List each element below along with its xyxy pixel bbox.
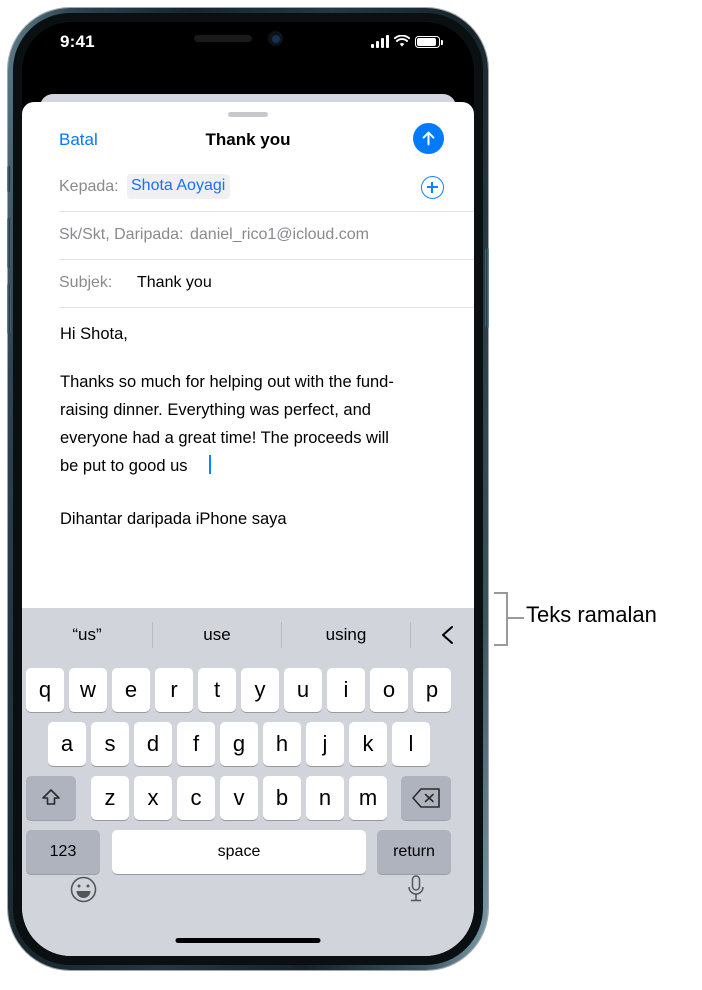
to-field-label: Kepada: xyxy=(59,178,119,195)
body-line-2: raising dinner. Everything was perfect, … xyxy=(60,401,371,419)
key-p[interactable]: p xyxy=(413,668,451,712)
add-recipient-plus-icon[interactable] xyxy=(421,176,444,199)
key-d[interactable]: d xyxy=(134,722,172,766)
subject-field-value: Thank you xyxy=(137,274,212,291)
keyboard-row-4: 123 space return xyxy=(22,830,474,876)
key-l[interactable]: l xyxy=(392,722,430,766)
body-line-3: everyone had a great time! The proceeds … xyxy=(60,429,389,447)
home-indicator[interactable] xyxy=(175,938,321,943)
key-o[interactable]: o xyxy=(370,668,408,712)
volume-down-button[interactable] xyxy=(7,284,11,334)
from-address-value: daniel_rico1@icloud.com xyxy=(190,226,369,243)
key-j[interactable]: j xyxy=(306,722,344,766)
key-n[interactable]: n xyxy=(306,776,344,820)
earpiece-speaker xyxy=(194,35,252,42)
keyboard-row-2: a s d f g h j k l xyxy=(22,722,474,768)
key-u[interactable]: u xyxy=(284,668,322,712)
status-bar-indicators xyxy=(371,34,443,48)
status-bar-clock: 9:41 xyxy=(60,32,95,51)
wifi-icon xyxy=(393,34,411,48)
key-t[interactable]: t xyxy=(198,668,236,712)
onscreen-keyboard: “us” use using q w e r t y u i o p a s d… xyxy=(22,608,474,956)
callout-bracket xyxy=(494,592,508,646)
sheet-grabber[interactable] xyxy=(228,112,268,117)
key-z[interactable]: z xyxy=(91,776,129,820)
chevron-left-icon[interactable] xyxy=(422,608,474,662)
key-x[interactable]: x xyxy=(134,776,172,820)
key-b[interactable]: b xyxy=(263,776,301,820)
compose-navigation-bar: Batal Thank you xyxy=(22,120,474,164)
key-y[interactable]: y xyxy=(241,668,279,712)
send-arrow-up-icon xyxy=(422,131,435,146)
key-f[interactable]: f xyxy=(177,722,215,766)
key-k[interactable]: k xyxy=(349,722,387,766)
keyboard-row-1: q w e r t y u i o p xyxy=(22,668,474,714)
send-button[interactable] xyxy=(413,123,444,154)
key-h[interactable]: h xyxy=(263,722,301,766)
body-line-4: be put to good us xyxy=(60,457,188,475)
return-key[interactable]: return xyxy=(377,830,451,874)
subject-field-label: Subjek: xyxy=(59,274,113,291)
key-m[interactable]: m xyxy=(349,776,387,820)
key-g[interactable]: g xyxy=(220,722,258,766)
delete-key[interactable] xyxy=(401,776,451,820)
body-line-signature: Dihantar daripada iPhone saya xyxy=(60,510,287,528)
mute-switch[interactable] xyxy=(7,166,11,192)
cc-bcc-from-label: Sk/Skt, Daripada: xyxy=(59,226,184,243)
key-s[interactable]: s xyxy=(91,722,129,766)
key-e[interactable]: e xyxy=(112,668,150,712)
keyboard-row-3: z x c v b n m xyxy=(22,776,474,822)
key-q[interactable]: q xyxy=(26,668,64,712)
device-bezel: 9:41 Batal Thank you Kepada: Shota Aoyag… xyxy=(13,13,483,965)
status-bar: 9:41 xyxy=(22,22,474,66)
prediction-candidate-3[interactable]: using xyxy=(282,608,410,662)
cc-bcc-from-field-row[interactable]: Sk/Skt, Daripada: daniel_rico1@icloud.co… xyxy=(22,212,474,260)
recipient-token-shota-aoyagi[interactable]: Shota Aoyagi xyxy=(127,174,231,199)
message-body-editor[interactable]: Hi Shota, Thanks so much for helping out… xyxy=(22,308,474,614)
callout-leader-line xyxy=(508,617,524,619)
front-camera xyxy=(268,31,283,46)
body-line-greeting: Hi Shota, xyxy=(60,325,128,343)
key-w[interactable]: w xyxy=(69,668,107,712)
backspace-delete-icon xyxy=(412,788,440,808)
power-button[interactable] xyxy=(485,248,489,328)
shift-arrow-up-icon xyxy=(42,789,60,805)
battery-full-icon xyxy=(415,36,443,48)
text-caret xyxy=(209,455,211,474)
cellular-bars-icon xyxy=(371,35,389,48)
prediction-candidate-1[interactable]: “us” xyxy=(22,608,152,662)
numbers-key[interactable]: 123 xyxy=(26,830,100,874)
predictive-text-bar: “us” use using xyxy=(22,608,474,662)
shift-key[interactable] xyxy=(26,776,76,820)
emoji-smiley-icon[interactable] xyxy=(70,876,97,903)
microphone-icon[interactable] xyxy=(406,875,426,904)
key-a[interactable]: a xyxy=(48,722,86,766)
body-line-1: Thanks so much for helping out with the … xyxy=(60,373,394,391)
key-i[interactable]: i xyxy=(327,668,365,712)
divider xyxy=(410,622,411,648)
page-title: Thank you xyxy=(205,130,291,149)
callout-label: Teks ramalan xyxy=(526,602,657,627)
key-v[interactable]: v xyxy=(220,776,258,820)
prediction-candidate-2[interactable]: use xyxy=(153,608,281,662)
compose-sheet: Batal Thank you Kepada: Shota Aoyagi Sk/… xyxy=(22,102,474,956)
subject-field-row[interactable]: Subjek: Thank you xyxy=(22,260,474,308)
volume-up-button[interactable] xyxy=(7,218,11,268)
space-key[interactable]: space xyxy=(112,830,366,874)
device-screen: 9:41 Batal Thank you Kepada: Shota Aoyag… xyxy=(22,22,474,956)
key-r[interactable]: r xyxy=(155,668,193,712)
iphone-device-frame: 9:41 Batal Thank you Kepada: Shota Aoyag… xyxy=(7,8,489,970)
to-field-row[interactable]: Kepada: Shota Aoyagi xyxy=(22,164,474,212)
key-c[interactable]: c xyxy=(177,776,215,820)
